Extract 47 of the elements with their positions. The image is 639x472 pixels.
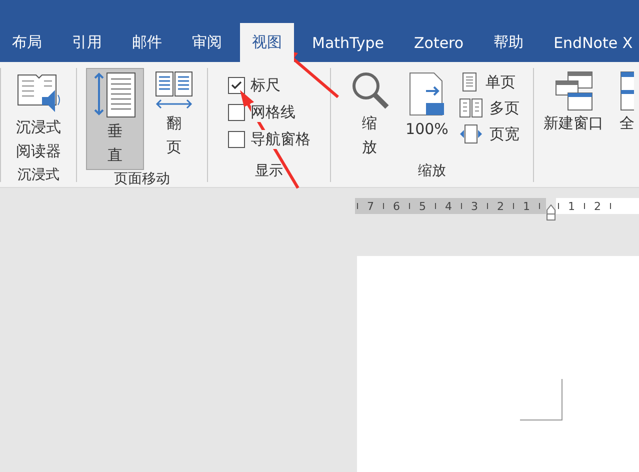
checkbox-label[interactable]: 标尺 [250,76,280,95]
ribbon-tab[interactable]: 视图 [240,23,294,62]
group-label: 缩放 [417,162,447,181]
ribbon-tab[interactable]: MathType [300,23,396,62]
ruler-number: 1 [523,200,530,212]
ribbon-button[interactable]: 全 [614,68,639,182]
ruler-number: 2 [594,200,601,212]
ruler-number: 2 [497,200,504,212]
checkbox[interactable] [228,77,244,94]
view-option[interactable]: 页宽 [459,124,520,144]
ribbon-button[interactable]: 沉浸式 阅读器 [10,68,66,166]
group-label: 沉浸式 [16,166,60,184]
side-by-side-pages-icon [155,71,193,111]
ribbon-tab[interactable]: Zotero [402,23,476,62]
view-option[interactable]: 单页 [459,72,520,92]
ribbon-button[interactable]: 100% [400,68,454,162]
margin-corner-mark [520,379,563,421]
page-width-icon [459,124,484,144]
page-zoom-icon [408,71,446,117]
multiple-pages-icon [459,98,484,118]
checkmark-icon [230,81,242,90]
ribbon-tab[interactable]: 审阅 [180,23,234,62]
checkbox[interactable] [228,131,244,148]
ribbon-tab[interactable]: EndNote X [542,23,639,62]
ruler-number: 4 [445,200,452,212]
new-window-icon [554,71,594,111]
ribbon-button[interactable]: 翻 页 [150,68,198,170]
ribbon-tab[interactable]: 布局 [0,23,54,62]
arrange-windows-icon [620,71,634,111]
ruler-number: 7 [367,200,374,212]
checkbox[interactable] [228,104,244,121]
checkbox-label[interactable]: 网格线 [250,103,296,122]
ribbon-tab[interactable]: 邮件 [120,23,174,62]
ribbon-button[interactable]: 垂 直 [86,68,144,170]
ruler-number: 5 [419,200,426,212]
ribbon-tab[interactable]: 帮助 [482,23,536,62]
group-label: 显示 [254,162,284,181]
ribbon-button[interactable]: 新建窗口 [538,68,608,182]
ribbon-tab[interactable]: 引用 [60,23,114,62]
ruler-number: 1 [568,200,575,212]
search-icon [350,71,390,111]
ruler-number: 3 [471,200,478,212]
view-option[interactable]: 多页 [459,98,520,118]
ruler-number: 6 [393,200,400,212]
ribbon-button[interactable]: 缩 放 [344,68,395,162]
checkbox-label[interactable]: 导航窗格 [250,130,310,149]
group-label: 页面移动 [113,170,171,187]
